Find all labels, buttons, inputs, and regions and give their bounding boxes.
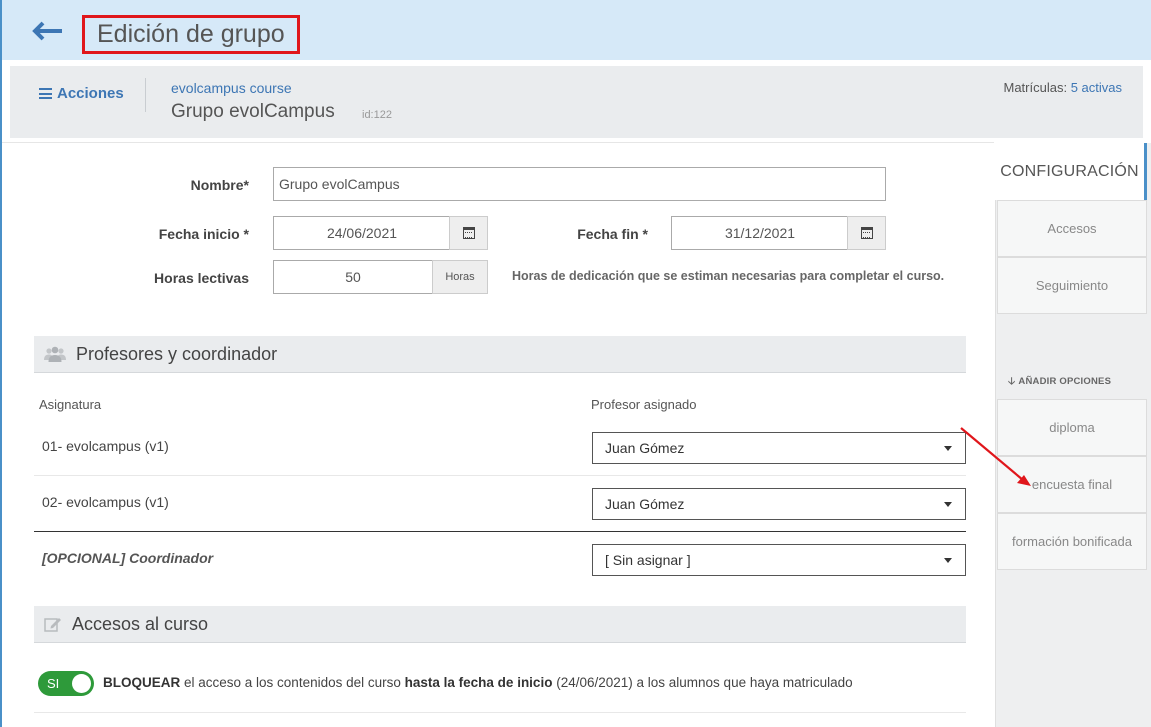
teacher-select-value: Juan Gómez [605,440,685,456]
group-name: Grupo evolCampus [171,101,335,122]
calendar-icon [860,227,873,239]
access-section-title: Accesos al curso [72,613,209,634]
caret-down-icon [944,446,952,451]
start-date-label: Fecha inicio * [158,226,249,242]
teacher-select-value: Juan Gómez [605,496,685,512]
block-access-toggle[interactable]: SI [38,671,94,696]
users-icon [44,345,66,363]
divider [2,142,994,143]
add-options-heading: 🡣 AÑADIR OPCIONES [1008,374,1111,391]
tab-configuracion[interactable]: CONFIGURACIÓN [995,143,1147,200]
block-keyword: BLOQUEAR [103,675,181,690]
back-arrow-icon[interactable] [30,18,64,44]
name-input[interactable]: Grupo evolCampus [273,167,886,201]
row-divider [34,531,966,532]
course-link[interactable]: evolcampus course [171,80,292,96]
top-bar: Edición de grupo [2,0,1151,60]
teacher-select[interactable]: Juan Gómez [592,432,966,464]
teachers-section-header: Profesores y coordinador [34,336,966,373]
teachers-section-title: Profesores y coordinador [76,343,278,364]
subject-name: 01- evolcampus (v1) [42,438,169,454]
coordinator-label: [OPCIONAL] Coordinador [42,550,214,566]
start-date-keyword: hasta la fecha de inicio [404,675,553,690]
hours-unit-addon: Horas [432,260,488,294]
col-header-subject: Asignatura [39,397,102,412]
tab-seguimiento[interactable]: Seguimiento [997,257,1147,314]
row-divider [34,475,966,476]
access-section-header: Accesos al curso [34,606,966,643]
caret-down-icon [944,502,952,507]
name-label: Nombre* [190,177,249,193]
access-text-part: (24/06/2021) a los alumnos que haya matr… [552,675,853,690]
coordinator-select-value: [ Sin asignar ] [605,552,691,568]
group-id: id:122 [362,109,392,121]
annotation-arrow-icon [960,427,1031,486]
end-date-input[interactable]: 31/12/2021 [671,216,849,250]
hours-label: Horas lectivas [154,270,249,286]
hamburger-icon [39,88,52,99]
calendar-icon [462,227,475,239]
page-title-highlight: Edición de grupo [82,15,300,54]
teacher-select[interactable]: Juan Gómez [592,488,966,520]
actions-label: Acciones [57,85,124,102]
divider [145,78,146,112]
enrollments-info: Matrículas: 5 activas [1003,80,1122,95]
toggle-knob [72,674,91,693]
toggle-label: SI [47,676,60,691]
access-text-part: el acceso a los contenidos del curso [180,675,405,690]
enrollments-label: Matrículas: [1003,80,1068,95]
coordinator-select[interactable]: [ Sin asignar ] [592,544,966,576]
block-access-description: BLOQUEAR el acceso a los contenidos del … [103,675,853,690]
actions-menu-button[interactable]: Acciones [39,85,124,102]
tab-accesos[interactable]: Accesos [997,200,1147,257]
add-options-label: AÑADIR OPCIONES [1018,376,1112,387]
start-date-input[interactable]: 24/06/2021 [273,216,451,250]
hours-help-text: Horas de dedicación que se estiman neces… [512,269,945,283]
group-subheader: Acciones evolcampus course Grupo evolCam… [10,66,1143,138]
arrow-down-icon: 🡣 [1008,376,1016,387]
start-date-picker-button[interactable] [449,216,488,250]
enrollments-link[interactable]: 5 activas [1071,80,1122,95]
row-divider [34,712,966,713]
end-date-picker-button[interactable] [847,216,886,250]
app-window: Edición de grupo Acciones evolcampus cou… [0,0,1151,727]
subject-name: 02- evolcampus (v1) [42,494,169,510]
col-header-teacher: Profesor asignado [591,397,697,412]
page-title: Edición de grupo [97,20,285,48]
caret-down-icon [944,558,952,563]
option-formacion-bonificada[interactable]: formación bonificada [997,513,1147,570]
edit-icon [44,616,62,632]
hours-input[interactable]: 50 [273,260,433,294]
end-date-label: Fecha fin * [577,226,648,242]
